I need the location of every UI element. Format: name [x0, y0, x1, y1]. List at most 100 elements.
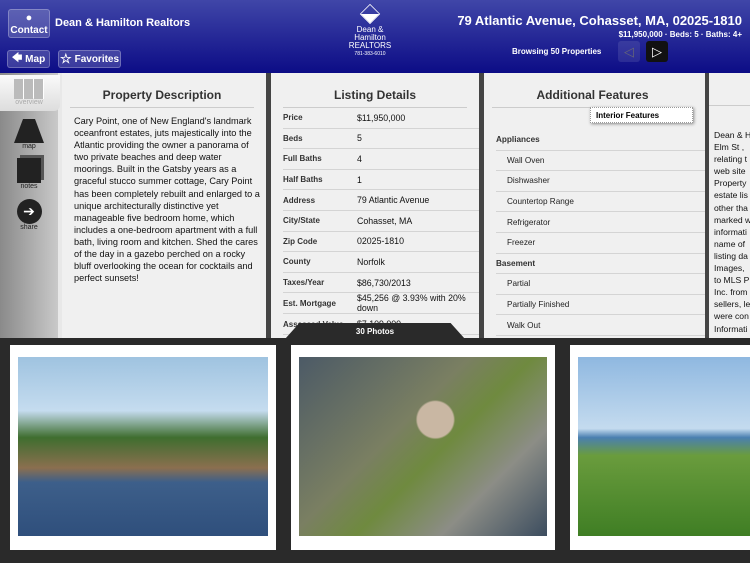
sidebar-item-map[interactable]: map: [0, 119, 58, 150]
detail-value: 79 Atlantic Avenue: [357, 195, 430, 206]
description-panel: Property Description Cary Point, one of …: [62, 73, 266, 338]
photos-count-tab[interactable]: 30 Photos: [285, 323, 465, 339]
contact-button[interactable]: ● Contact: [8, 9, 50, 38]
detail-row: Full Baths 4: [283, 149, 479, 170]
notes-icon: [17, 158, 41, 183]
disclaimer-line: were con: [714, 311, 749, 322]
detail-row: City/State Cohasset, MA: [283, 211, 479, 232]
description-text: Cary Point, one of New England's landmar…: [74, 116, 260, 284]
feature-item: Partial: [496, 274, 705, 295]
disclaimer-line: Property: [714, 178, 747, 189]
sidebar: overview map notes ➔ share: [0, 73, 60, 338]
disclaimer-line: name of: [714, 238, 746, 249]
property-summary: $11,950,000 · Beds: 5 · Baths: 4+: [618, 30, 742, 39]
previous-button[interactable]: ◁: [618, 41, 640, 62]
arrow-right-circle-icon: ➔: [16, 199, 42, 224]
detail-row: County Norfolk: [283, 252, 479, 273]
feature-item: Countertop Range: [496, 192, 705, 213]
map-button[interactable]: 🡄 Map: [7, 50, 50, 68]
star-icon: ☆: [59, 51, 72, 66]
disclaimer-line: sellers, le: [714, 299, 750, 310]
disclaimer-line: to MLS P: [714, 275, 750, 286]
detail-value: Cohasset, MA: [357, 215, 413, 226]
detail-key: Address: [283, 195, 316, 205]
detail-value: 4: [357, 153, 362, 164]
disclaimer-line: other tha: [714, 202, 748, 213]
disclaimer-line: marked w: [714, 214, 750, 225]
detail-key: City/State: [283, 216, 320, 226]
sidebar-item-share[interactable]: ➔ share: [0, 199, 58, 231]
sidebar-label: notes: [20, 183, 38, 190]
listing-details-panel: Listing Details Price $11,950,000 Beds 5 Ful…: [271, 73, 479, 338]
disclaimer-line: listing da: [714, 250, 748, 261]
detail-row: Beds 5: [283, 129, 479, 150]
chevron-left-icon: ◁: [624, 43, 634, 59]
disclaimer-line: Images,: [714, 263, 745, 274]
sidebar-label: share: [20, 224, 38, 231]
photo-thumbnail[interactable]: [291, 345, 555, 550]
feature-item: Dishwasher: [496, 171, 705, 192]
sidebar-label: map: [22, 143, 36, 150]
contact-label: Contact: [10, 24, 48, 36]
disclaimer-line: Informati: [714, 323, 748, 334]
favorites-button[interactable]: ☆ Favorites: [58, 50, 121, 68]
next-button[interactable]: ▷: [646, 41, 668, 62]
house-logo-icon: [359, 3, 381, 25]
disclaimer-line: Elm St ,: [714, 142, 745, 153]
features-title: Additional Features: [492, 73, 693, 108]
detail-value: 5: [357, 133, 362, 144]
detail-key: Full Baths: [283, 154, 322, 164]
detail-value: $11,950,000: [357, 112, 406, 123]
photo-thumbnail[interactable]: [570, 345, 750, 550]
sidebar-item-notes[interactable]: notes: [0, 158, 58, 190]
detail-row: Zip Code 02025-1810: [283, 232, 479, 253]
sidebar-item-overview-inner: overview: [0, 79, 58, 106]
detail-row: Half Baths 1: [283, 170, 479, 191]
detail-key: Beds: [283, 133, 303, 143]
browsing-count: Browsing 50 Properties: [512, 47, 602, 56]
chevron-right-icon: ▷: [652, 43, 662, 59]
detail-row: Est. Mortgage $45,256 @ 3.93% with 20% do…: [283, 293, 479, 315]
feature-category-selector[interactable]: Interior Features: [590, 107, 693, 123]
detail-value: $86,730/2013: [357, 277, 411, 288]
header: ● Contact Dean & Hamilton Realtors 🡄 Map …: [0, 0, 750, 73]
grid-icon: [14, 79, 44, 99]
photo-thumbnail[interactable]: [10, 345, 276, 550]
detail-key: Est. Mortgage: [283, 298, 336, 308]
features-panel: Additional Features Interior Features Ap…: [484, 73, 705, 338]
detail-key: Zip Code: [283, 236, 318, 246]
logo-phone: 781-383-6010: [354, 51, 386, 57]
sidebar-label: overview: [15, 99, 43, 106]
person-icon: ●: [25, 11, 33, 24]
favorites-label: Favorites: [74, 53, 120, 65]
detail-value: $45,256 @ 3.93% with 20% down: [357, 293, 466, 314]
logo-line: REALTORS: [348, 41, 392, 50]
disclaimer-line: web site: [714, 166, 746, 177]
feature-category: Basement: [496, 254, 705, 275]
disclaimer-line: informati: [714, 226, 747, 237]
feature-item: Freezer: [496, 233, 705, 254]
disclaimer-panel: Dean & H Elm St , relating t web site Proper…: [709, 73, 750, 338]
feature-item: Partially Finished: [496, 295, 705, 316]
feature-item: Wall Oven: [496, 151, 705, 172]
detail-key: Price: [283, 113, 303, 123]
feature-category: Appliances: [496, 130, 705, 151]
agent-name: Dean & Hamilton Realtors: [55, 17, 191, 29]
disclaimer-line: relating t: [714, 154, 747, 165]
detail-row: Address 79 Atlantic Avenue: [283, 190, 479, 211]
details-title: Listing Details: [283, 73, 467, 108]
arrow-left-icon: 🡄: [11, 52, 23, 64]
map-label: Map: [25, 53, 46, 65]
detail-row: Taxes/Year $86,730/2013: [283, 273, 479, 294]
detail-value: 1: [357, 174, 362, 185]
road-icon: [14, 119, 44, 143]
disclaimer-line: Dean & H: [714, 130, 750, 140]
detail-key: Half Baths: [283, 175, 323, 185]
detail-row: Price $11,950,000: [283, 108, 479, 129]
disclaimer-line: Inc. from: [714, 287, 748, 298]
disclaimer-line: estate lis: [714, 190, 748, 201]
feature-item: Walk Out: [496, 315, 705, 336]
brand-logo: Dean & Hamilton REALTORS 781-383-6010: [345, 3, 395, 58]
photo-gallery: [0, 338, 750, 563]
feature-item: Refrigerator: [496, 212, 705, 233]
